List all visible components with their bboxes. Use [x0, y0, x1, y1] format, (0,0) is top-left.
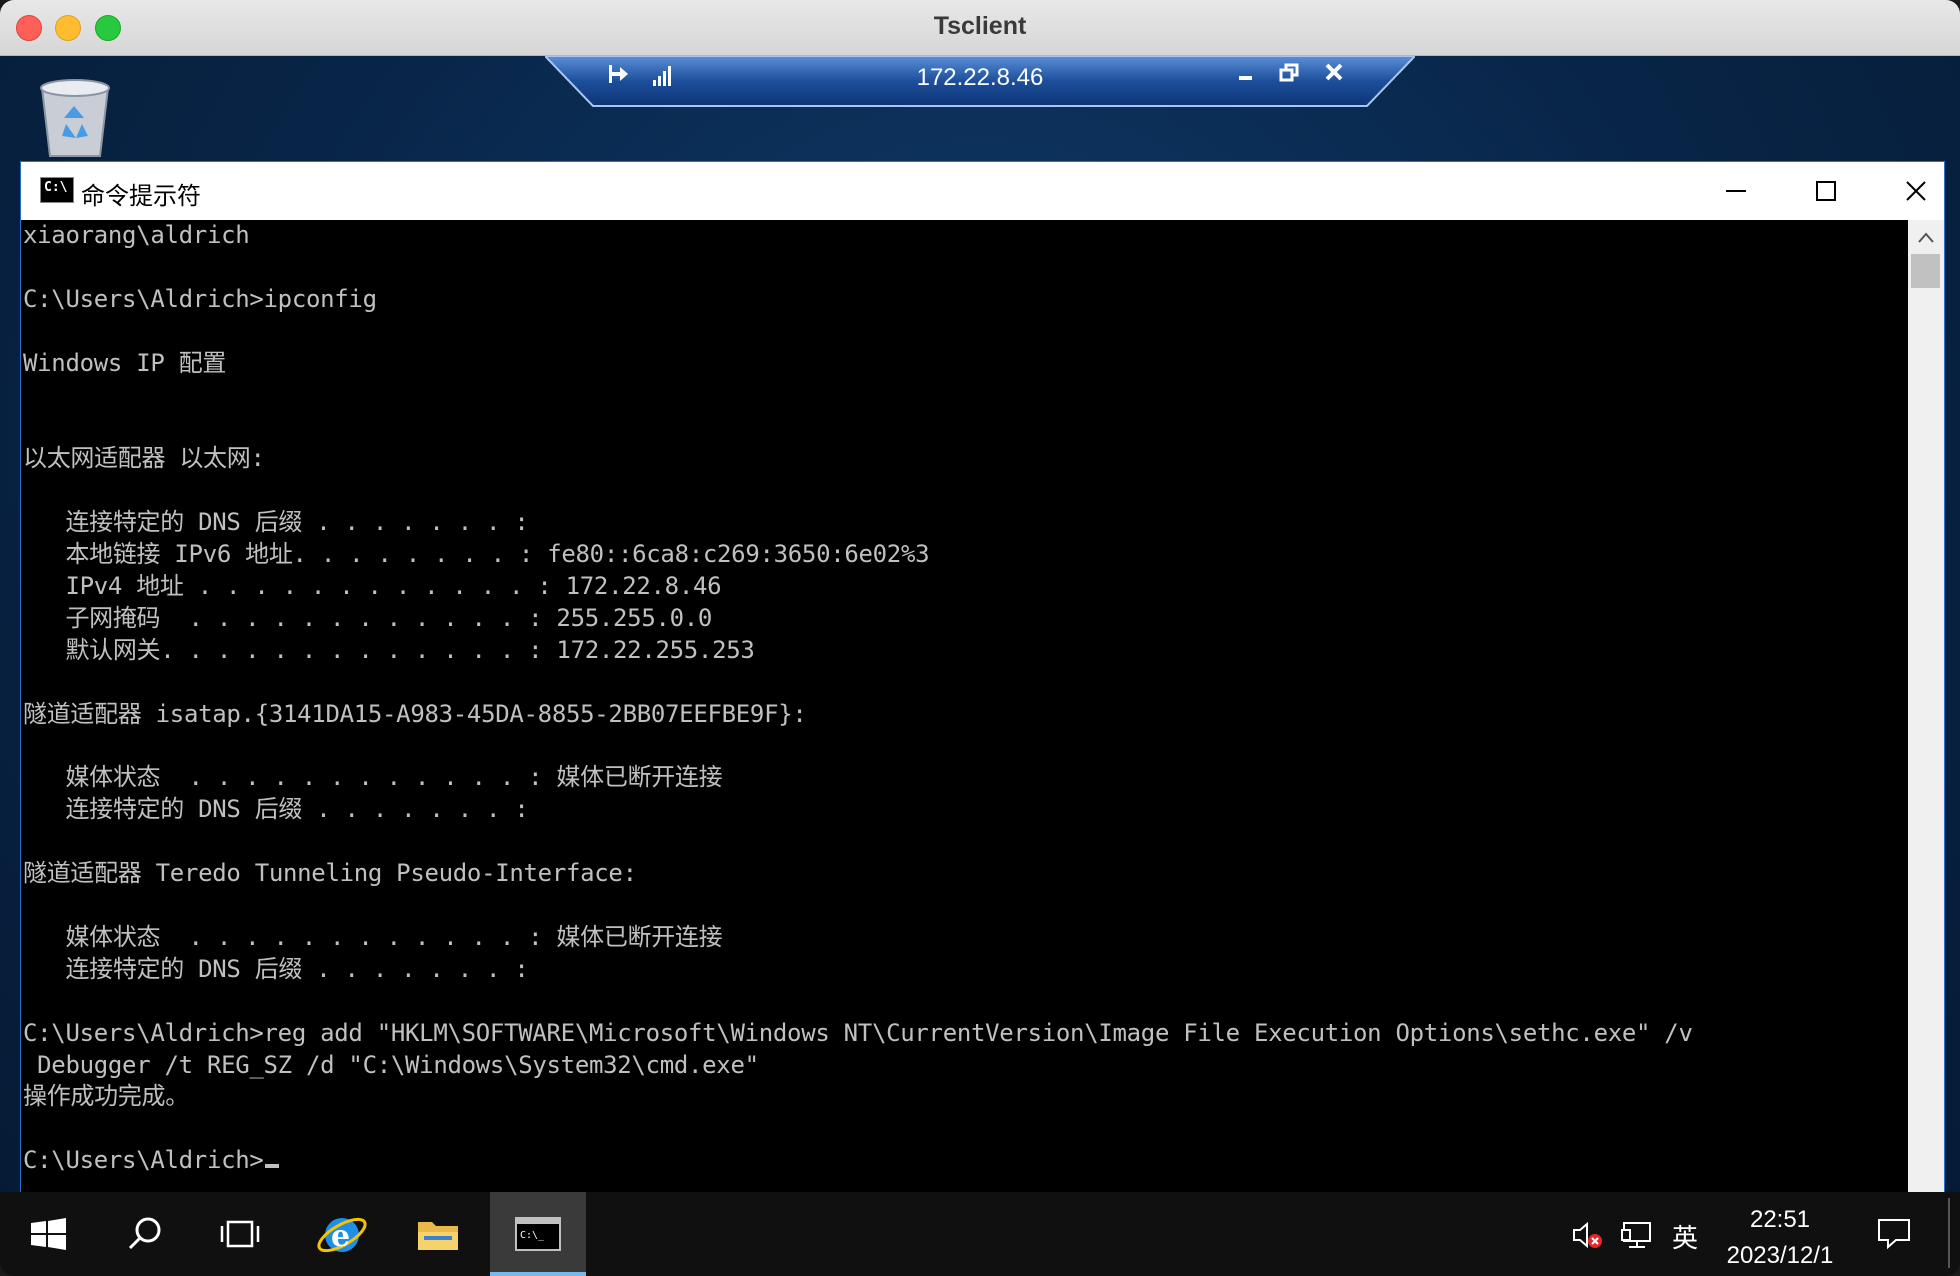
console-line: 操作成功完成。	[23, 1082, 189, 1111]
task-view-icon[interactable]	[192, 1192, 288, 1276]
console-line: 连接特定的 DNS 后缀 . . . . . . . :	[23, 795, 529, 824]
show-desktop-button[interactable]	[1948, 1198, 1950, 1268]
text-cursor	[264, 1164, 279, 1169]
cmd-close-button[interactable]	[1871, 162, 1960, 220]
cmd-title: 命令提示符	[81, 182, 201, 210]
console-line: IPv4 地址 . . . . . . . . . . . . : 172.22…	[23, 571, 722, 600]
console-line: 连接特定的 DNS 后缀 . . . . . . . :	[23, 508, 529, 537]
cmd-minimize-button[interactable]	[1691, 162, 1781, 220]
tsclient-window: Tsclient 172.22.8.46 C:\ 命令提示符 xiaorang\…	[0, 0, 1960, 1276]
console-line: Windows IP 配置	[23, 348, 227, 377]
internet-explorer-icon[interactable]: e	[294, 1192, 390, 1276]
recycle-bin-icon[interactable]	[36, 76, 114, 161]
scroll-thumb[interactable]	[1911, 254, 1940, 288]
console-line: 媒体状态 . . . . . . . . . . . . : 媒体已断开连接	[23, 922, 723, 951]
search-icon[interactable]	[96, 1192, 192, 1276]
console-line: C:\Users\Aldrich>ipconfig	[23, 284, 377, 313]
notification-icon[interactable]	[1876, 1216, 1912, 1254]
svg-text:C:\_: C:\_	[520, 1230, 545, 1241]
window-title: Tsclient	[933, 12, 1027, 40]
console-line: 本地链接 IPv6 地址. . . . . . . . : fe80::6ca8…	[23, 540, 930, 569]
console-line: 连接特定的 DNS 后缀 . . . . . . . :	[23, 954, 529, 983]
mac-titlebar[interactable]: Tsclient	[0, 0, 1960, 56]
console-line: xiaorang\aldrich	[23, 221, 250, 249]
console-text: xiaorang\aldrich C:\Users\Aldrich>ipconf…	[23, 220, 1693, 1177]
input-method-indicator[interactable]: 英	[1672, 1218, 1698, 1255]
network-icon[interactable]	[1620, 1220, 1656, 1254]
cmd-icon[interactable]: C:\_	[490, 1192, 586, 1276]
remote-desktop: 172.22.8.46 C:\ 命令提示符 xiaorang\aldrich C…	[0, 56, 1960, 1276]
rdp-connection-bar[interactable]: 172.22.8.46	[545, 56, 1415, 108]
console-line: 以太网适配器 以太网:	[23, 444, 265, 473]
cmd-app-icon: C:\	[40, 177, 74, 203]
console-line: Debugger /t REG_SZ /d "C:\Windows\System…	[23, 1050, 759, 1079]
console-line: 媒体状态 . . . . . . . . . . . . : 媒体已断开连接	[23, 763, 723, 792]
console-line: 隧道适配器 isatap.{3141DA15-A983-45DA-8855-2B…	[23, 699, 807, 728]
console-line: C:\Users\Aldrich>reg add "HKLM\SOFTWARE\…	[23, 1018, 1693, 1047]
console-line: 隧道适配器 Teredo Tunneling Pseudo-Interface:	[23, 859, 637, 888]
svg-text:e: e	[331, 1219, 350, 1254]
console-output[interactable]: xiaorang\aldrich C:\Users\Aldrich>ipconf…	[21, 220, 1908, 1241]
scroll-up-arrow-icon[interactable]	[1908, 224, 1944, 252]
console-line: 默认网关. . . . . . . . . . . . . : 172.22.2…	[23, 635, 755, 664]
cmd-titlebar[interactable]: C:\ 命令提示符	[21, 162, 1944, 220]
cmd-maximize-button[interactable]	[1781, 162, 1871, 220]
windows-start-icon[interactable]	[0, 1192, 96, 1276]
clock-date[interactable]: 2023/12/1	[1705, 1242, 1855, 1270]
volume-muted-icon[interactable]	[1570, 1220, 1606, 1254]
console-line: C:\Users\Aldrich>	[23, 1145, 1693, 1177]
console-line: 子网掩码 . . . . . . . . . . . . : 255.255.0…	[23, 603, 713, 632]
vertical-scrollbar[interactable]	[1908, 220, 1944, 1241]
cmd-window: C:\ 命令提示符 xiaorang\aldrich C:\Users\Aldr…	[20, 161, 1945, 1242]
file-explorer-icon[interactable]	[390, 1192, 486, 1276]
clock-time[interactable]: 22:51	[1720, 1206, 1840, 1234]
taskbar: e C:\_ 英 22:51 2023/12/1	[0, 1192, 1960, 1276]
